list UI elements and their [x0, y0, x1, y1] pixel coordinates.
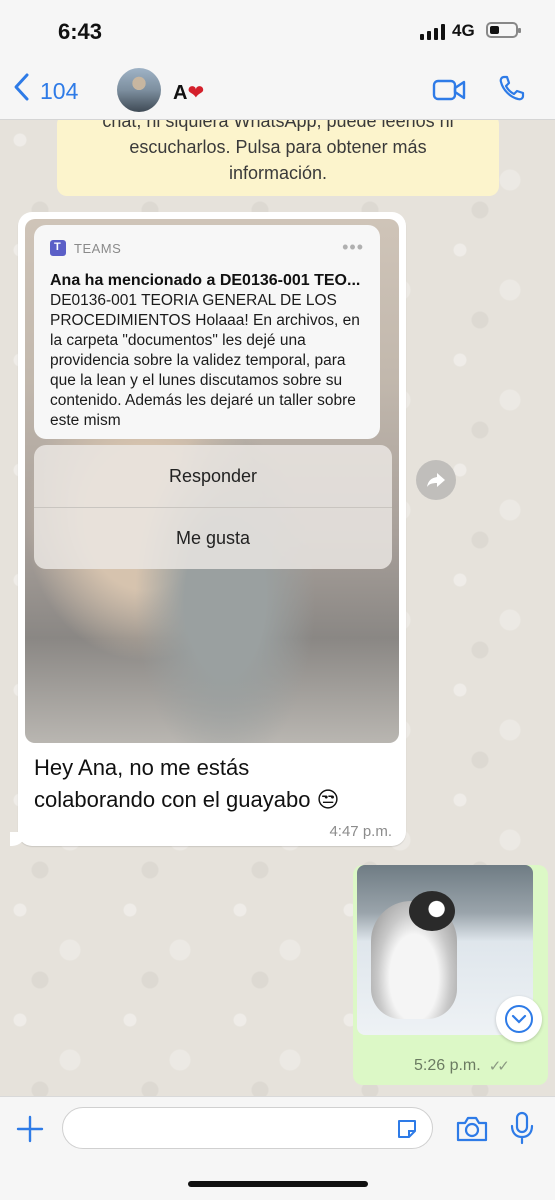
avatar[interactable] — [117, 68, 161, 112]
heart-emoji: ❤ — [187, 82, 205, 104]
message-input[interactable] — [62, 1107, 433, 1149]
forward-button[interactable] — [416, 460, 456, 500]
like-action: Me gusta — [34, 507, 392, 569]
penguin-head — [409, 891, 455, 931]
phone-icon[interactable] — [498, 74, 526, 102]
teams-icon — [50, 240, 66, 256]
outgoing-time-badge: 5:26 p.m. ✓✓ — [402, 1050, 530, 1082]
composer-bar — [0, 1096, 555, 1200]
unread-count: 104 — [40, 77, 79, 104]
chevron-down-icon — [505, 1005, 533, 1033]
teams-notification-card: TEAMS ••• Ana ha mencionado a DE0136-001… — [34, 225, 380, 439]
forward-icon — [427, 473, 445, 487]
camera-icon[interactable] — [455, 1115, 489, 1143]
message-line: Hey Ana, no me estás — [34, 755, 250, 780]
notification-title: Ana ha mencionado a DE0136-001 TEO... — [50, 272, 361, 289]
video-camera-icon[interactable] — [432, 78, 466, 102]
notification-actions: Responder Me gusta — [34, 445, 392, 569]
message-time: 4:47 p.m. — [329, 823, 392, 840]
encryption-notice[interactable]: chat, ni siquiera WhatsApp, puede leerlo… — [57, 120, 499, 196]
chevron-left-icon — [12, 72, 30, 108]
contact-name[interactable]: A❤ — [173, 80, 204, 105]
read-ticks-icon: ✓✓ — [488, 1058, 510, 1075]
scroll-down-button[interactable] — [496, 996, 542, 1042]
message-text: Hey Ana, no me estás colaborando con el … — [34, 752, 340, 816]
notice-line: información. — [228, 163, 328, 183]
message-line: colaborando con el guayabo 😒 — [34, 787, 340, 812]
more-dots-icon: ••• — [342, 237, 364, 257]
plus-icon[interactable] — [15, 1114, 45, 1144]
sticker-icon[interactable] — [395, 1117, 419, 1141]
back-button[interactable]: 104 — [12, 72, 78, 108]
notification-body: DE0136-001 TEORIA GENERAL DE LOS PROCEDI… — [50, 292, 360, 429]
shared-screenshot[interactable]: TEAMS ••• Ana ha mencionado a DE0136-001… — [25, 219, 399, 743]
reply-action: Responder — [168, 465, 258, 486]
microphone-icon[interactable] — [510, 1111, 534, 1145]
status-bar: 6:43 4G — [0, 0, 555, 62]
incoming-message[interactable]: TEAMS ••• Ana ha mencionado a DE0136-001… — [10, 212, 406, 846]
battery-icon — [486, 22, 521, 38]
notice-line: chat, ni siquiera WhatsApp, puede leerlo… — [102, 120, 454, 131]
status-time: 6:43 — [58, 19, 103, 44]
chat-header: 104 A❤ — [0, 62, 555, 120]
notification-app-name: TEAMS — [74, 240, 122, 256]
home-indicator — [188, 1181, 368, 1187]
network-type: 4G — [452, 21, 475, 40]
contact-name-text: A — [173, 82, 188, 104]
chat-area[interactable]: chat, ni siquiera WhatsApp, puede leerlo… — [0, 120, 555, 1096]
notice-line: escucharlos. Pulsa para obtener más — [129, 137, 427, 157]
message-time: 5:26 p.m. — [414, 1057, 481, 1074]
signal-icon — [420, 24, 445, 40]
